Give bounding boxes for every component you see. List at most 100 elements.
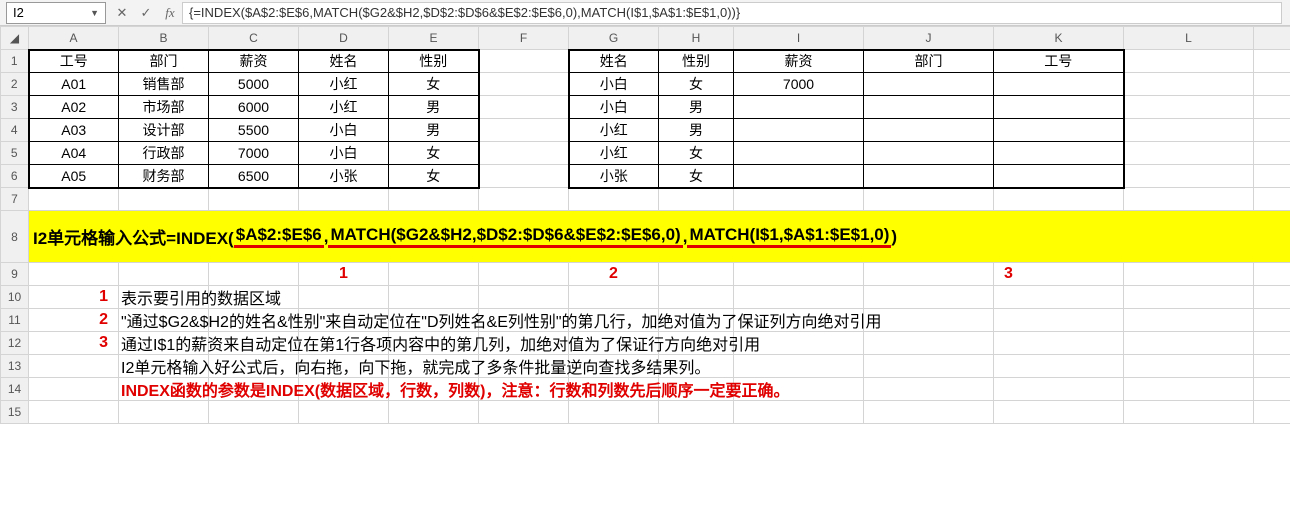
- cell[interactable]: [1124, 96, 1254, 119]
- cell[interactable]: [299, 188, 389, 211]
- cell[interactable]: 行政部: [119, 142, 209, 165]
- cell[interactable]: [479, 119, 569, 142]
- cell[interactable]: 小张: [569, 165, 659, 188]
- cell[interactable]: [1254, 401, 1290, 424]
- cell[interactable]: A04: [29, 142, 119, 165]
- cell[interactable]: [1254, 96, 1290, 119]
- col-header[interactable]: J: [864, 27, 994, 50]
- row-header[interactable]: 6: [1, 165, 29, 188]
- cell[interactable]: [994, 73, 1124, 96]
- row-header[interactable]: 9: [1, 263, 29, 286]
- cell[interactable]: [209, 401, 299, 424]
- col-header[interactable]: L: [1124, 27, 1254, 50]
- fx-icon[interactable]: fx: [158, 5, 182, 21]
- cell[interactable]: [994, 142, 1124, 165]
- cell[interactable]: [1254, 332, 1290, 355]
- cell[interactable]: [864, 286, 994, 309]
- cell[interactable]: [479, 142, 569, 165]
- cell[interactable]: [389, 401, 479, 424]
- cell[interactable]: [864, 263, 994, 286]
- cell[interactable]: 工号: [29, 50, 119, 73]
- col-header[interactable]: A: [29, 27, 119, 50]
- cell[interactable]: [119, 263, 209, 286]
- cell[interactable]: [389, 355, 479, 378]
- cell[interactable]: [659, 188, 734, 211]
- cell[interactable]: [29, 401, 119, 424]
- cell[interactable]: 5000: [209, 73, 299, 96]
- cell[interactable]: 性别: [659, 50, 734, 73]
- cell[interactable]: [389, 332, 479, 355]
- cell[interactable]: [734, 355, 864, 378]
- row-header[interactable]: 14: [1, 378, 29, 401]
- cell[interactable]: [569, 332, 659, 355]
- cell[interactable]: 工号: [994, 50, 1124, 73]
- cell[interactable]: [734, 309, 864, 332]
- cell[interactable]: [479, 96, 569, 119]
- cell[interactable]: [1124, 332, 1254, 355]
- cell[interactable]: [1124, 401, 1254, 424]
- cell[interactable]: [29, 188, 119, 211]
- cell[interactable]: [994, 165, 1124, 188]
- cell[interactable]: [734, 263, 864, 286]
- cell[interactable]: [479, 332, 569, 355]
- cell[interactable]: [864, 165, 994, 188]
- cell[interactable]: 女: [389, 165, 479, 188]
- cell[interactable]: [209, 332, 299, 355]
- cell[interactable]: 姓名: [569, 50, 659, 73]
- cell[interactable]: 小红: [299, 96, 389, 119]
- row-header[interactable]: 2: [1, 73, 29, 96]
- cell[interactable]: [864, 96, 994, 119]
- cell[interactable]: 2: [29, 309, 119, 332]
- row-header[interactable]: 5: [1, 142, 29, 165]
- row-header[interactable]: 7: [1, 188, 29, 211]
- cell[interactable]: [479, 309, 569, 332]
- cell[interactable]: [389, 263, 479, 286]
- cell[interactable]: 表示要引用的数据区域: [119, 286, 209, 309]
- cell[interactable]: 小白: [569, 73, 659, 96]
- cell[interactable]: [1124, 263, 1254, 286]
- cell[interactable]: 通过I$1的薪资来自动定位在第1行各项内容中的第几列，加绝对值为了保证行方向绝对…: [119, 332, 209, 355]
- cell[interactable]: [1254, 119, 1290, 142]
- cell[interactable]: 3: [994, 263, 1124, 286]
- cell[interactable]: 女: [659, 165, 734, 188]
- col-header[interactable]: H: [659, 27, 734, 50]
- row-header[interactable]: 11: [1, 309, 29, 332]
- cell[interactable]: [1124, 119, 1254, 142]
- select-all-corner[interactable]: ◢: [1, 27, 29, 50]
- cell[interactable]: [734, 119, 864, 142]
- cell[interactable]: 6500: [209, 165, 299, 188]
- cell[interactable]: [864, 355, 994, 378]
- cell[interactable]: 小张: [299, 165, 389, 188]
- cell[interactable]: [479, 378, 569, 401]
- cell[interactable]: [994, 309, 1124, 332]
- cell[interactable]: [1254, 309, 1290, 332]
- cell[interactable]: [734, 401, 864, 424]
- cell[interactable]: [734, 96, 864, 119]
- cell[interactable]: [1254, 378, 1290, 401]
- cell[interactable]: [994, 332, 1124, 355]
- cell[interactable]: [479, 165, 569, 188]
- cell[interactable]: [1254, 73, 1290, 96]
- cell[interactable]: 2: [569, 263, 659, 286]
- cell[interactable]: 女: [659, 73, 734, 96]
- cell[interactable]: [659, 309, 734, 332]
- cell[interactable]: [864, 119, 994, 142]
- cell[interactable]: 1: [29, 286, 119, 309]
- cell[interactable]: [734, 332, 864, 355]
- row-header[interactable]: 15: [1, 401, 29, 424]
- col-header[interactable]: K: [994, 27, 1124, 50]
- cell[interactable]: 设计部: [119, 119, 209, 142]
- cell[interactable]: [994, 286, 1124, 309]
- cell[interactable]: [209, 188, 299, 211]
- cell[interactable]: [659, 286, 734, 309]
- cell[interactable]: [299, 355, 389, 378]
- cell[interactable]: [479, 355, 569, 378]
- enter-icon[interactable]: ✓: [134, 5, 158, 21]
- row-header[interactable]: 4: [1, 119, 29, 142]
- cell[interactable]: [864, 188, 994, 211]
- cell[interactable]: [119, 401, 209, 424]
- cell[interactable]: [389, 378, 479, 401]
- cell[interactable]: [1124, 309, 1254, 332]
- cell[interactable]: [659, 263, 734, 286]
- cell[interactable]: [299, 378, 389, 401]
